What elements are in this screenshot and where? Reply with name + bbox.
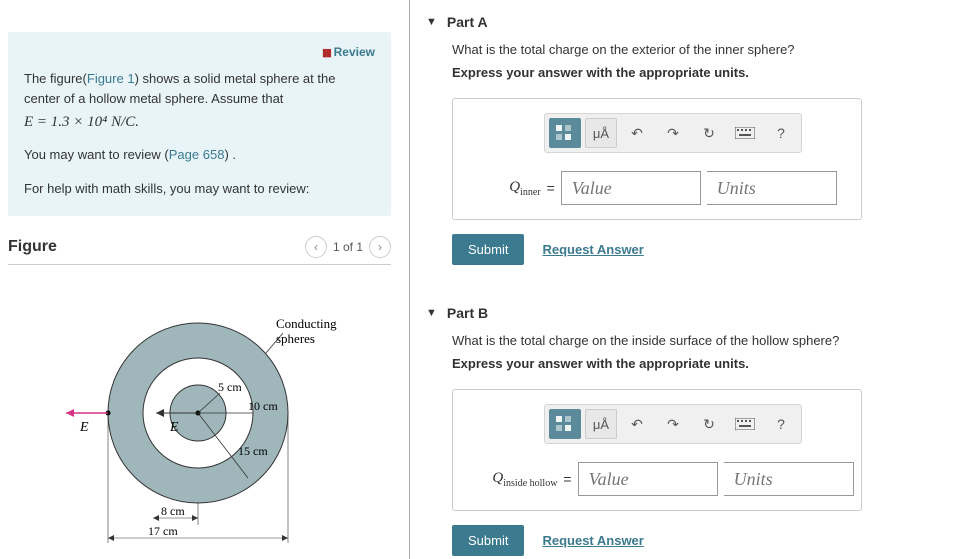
prev-figure-button[interactable]: ‹ <box>305 236 327 258</box>
collapse-icon: ▼ <box>426 16 437 28</box>
help-button[interactable]: ? <box>765 118 797 148</box>
figure-link[interactable]: Figure 1 <box>87 71 135 86</box>
part-a-units-input[interactable] <box>707 171 837 205</box>
part-b-body: What is the total charge on the inside s… <box>422 329 946 559</box>
part-a-title: Part A <box>447 14 488 30</box>
units-button[interactable]: μÅ <box>585 118 617 148</box>
part-a-answer-box: μÅ ↶ ↷ ↻ ? Qinner = <box>452 98 862 220</box>
keyboard-button[interactable] <box>729 409 761 439</box>
part-a-submit-button[interactable]: Submit <box>452 234 524 265</box>
left-panel: ▮▮ Review The figure(Figure 1) shows a s… <box>0 0 410 559</box>
review-link[interactable]: Review <box>334 45 375 59</box>
conducting-label: Conducting <box>276 316 337 331</box>
dim-8cm: 8 cm <box>161 504 185 518</box>
dim-17cm: 17 cm <box>148 524 178 538</box>
radius-5cm: 5 cm <box>218 380 242 394</box>
part-b-instruction: Express your answer with the appropriate… <box>452 356 946 371</box>
part-a-variable: Qinner <box>509 179 540 198</box>
reset-button[interactable]: ↻ <box>693 409 725 439</box>
redo-button[interactable]: ↷ <box>657 118 689 148</box>
radius-15cm: 15 cm <box>238 444 268 458</box>
radius-10cm: 10 cm <box>248 399 278 413</box>
problem-info-box: ▮▮ Review The figure(Figure 1) shows a s… <box>8 32 391 216</box>
e-vector-outer-label: E⃗ <box>79 420 99 435</box>
part-a-request-answer-link[interactable]: Request Answer <box>542 242 643 257</box>
keyboard-button[interactable] <box>729 118 761 148</box>
reset-button[interactable]: ↻ <box>693 118 725 148</box>
part-a-toolbar: μÅ ↶ ↷ ↻ ? <box>544 113 802 153</box>
figure-header: Figure ‹ 1 of 1 › <box>8 236 391 265</box>
svg-text:spheres: spheres <box>276 331 315 346</box>
pager-text: 1 of 1 <box>333 240 363 254</box>
equals-sign: = <box>563 471 571 487</box>
figure-title: Figure <box>8 238 57 256</box>
help-button[interactable]: ? <box>765 409 797 439</box>
part-a-instruction: Express your answer with the appropriate… <box>452 65 946 80</box>
review-hint: You may want to review (Page 658) . <box>24 145 375 165</box>
next-figure-button[interactable]: › <box>369 236 391 258</box>
part-b-question: What is the total charge on the inside s… <box>452 333 946 348</box>
part-b-submit-button[interactable]: Submit <box>452 525 524 556</box>
units-button[interactable]: μÅ <box>585 409 617 439</box>
equals-sign: = <box>547 180 555 196</box>
e-vector-inner-label: E⃗ <box>169 420 189 435</box>
right-panel: ▼ Part A What is the total charge on the… <box>410 0 958 559</box>
part-b-title: Part B <box>447 305 488 321</box>
page-link[interactable]: Page 658 <box>169 147 225 162</box>
equation-text: E = 1.3 × 10⁴ N/C. <box>24 114 375 131</box>
part-b-units-input[interactable] <box>724 462 854 496</box>
part-b-header[interactable]: ▼ Part B <box>422 295 946 329</box>
part-b-request-answer-link[interactable]: Request Answer <box>542 533 643 548</box>
templates-button[interactable] <box>549 118 581 148</box>
undo-button[interactable]: ↶ <box>621 118 653 148</box>
part-a-value-input[interactable] <box>561 171 701 205</box>
part-b-answer-box: μÅ ↶ ↷ ↻ ? Qinside hollow = <box>452 389 862 511</box>
problem-statement: The figure(Figure 1) shows a solid metal… <box>24 69 375 108</box>
figure-diagram: E⃗ E⃗ 5 cm 10 cm 15 cm Conducting sphere… <box>8 273 391 556</box>
part-b-toolbar: μÅ ↶ ↷ ↻ ? <box>544 404 802 444</box>
redo-button[interactable]: ↷ <box>657 409 689 439</box>
part-a-body: What is the total charge on the exterior… <box>422 38 946 279</box>
review-flag-icon: ▮▮ <box>322 47 330 59</box>
part-a-header[interactable]: ▼ Part A <box>422 4 946 38</box>
math-help-text: For help with math skills, you may want … <box>24 179 375 199</box>
part-b-value-input[interactable] <box>578 462 718 496</box>
collapse-icon: ▼ <box>426 307 437 319</box>
part-a-question: What is the total charge on the exterior… <box>452 42 946 57</box>
figure-pager: ‹ 1 of 1 › <box>305 236 391 258</box>
part-b-variable: Qinside hollow <box>492 470 557 489</box>
templates-button[interactable] <box>549 409 581 439</box>
undo-button[interactable]: ↶ <box>621 409 653 439</box>
